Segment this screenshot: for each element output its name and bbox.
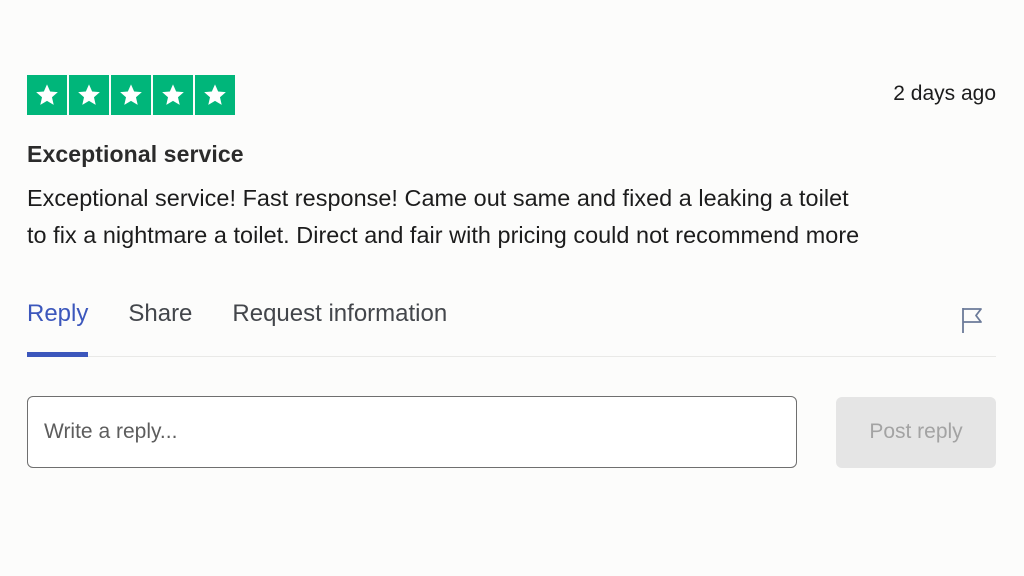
review-header: 2 days ago: [27, 75, 996, 115]
tab-request-information[interactable]: Request information: [232, 293, 447, 356]
review-title: Exceptional service: [27, 141, 244, 167]
review-date: 2 days ago: [893, 82, 996, 105]
review-body-line: Exceptional service! Fast response! Came…: [27, 185, 849, 211]
review-body: Exceptional service! Fast response! Came…: [27, 180, 996, 254]
tab-reply[interactable]: Reply: [27, 293, 89, 357]
star-icon: [153, 75, 193, 115]
star-icon: [69, 75, 109, 115]
star-icon: [195, 75, 235, 115]
post-reply-button[interactable]: Post reply: [836, 396, 996, 468]
star-icon: [111, 75, 151, 115]
reply-input[interactable]: [27, 396, 797, 468]
review-body-line: to fix a nightmare a toilet. Direct and …: [27, 222, 860, 248]
review-card: 2 days ago Exceptional service Exception…: [27, 75, 996, 468]
star-icon: [27, 75, 67, 115]
star-rating: [27, 75, 235, 115]
flag-icon[interactable]: [960, 306, 984, 339]
action-tabs: Reply Share Request information: [27, 293, 996, 357]
reply-form: Post reply: [27, 396, 996, 468]
tab-share[interactable]: Share: [128, 293, 192, 356]
